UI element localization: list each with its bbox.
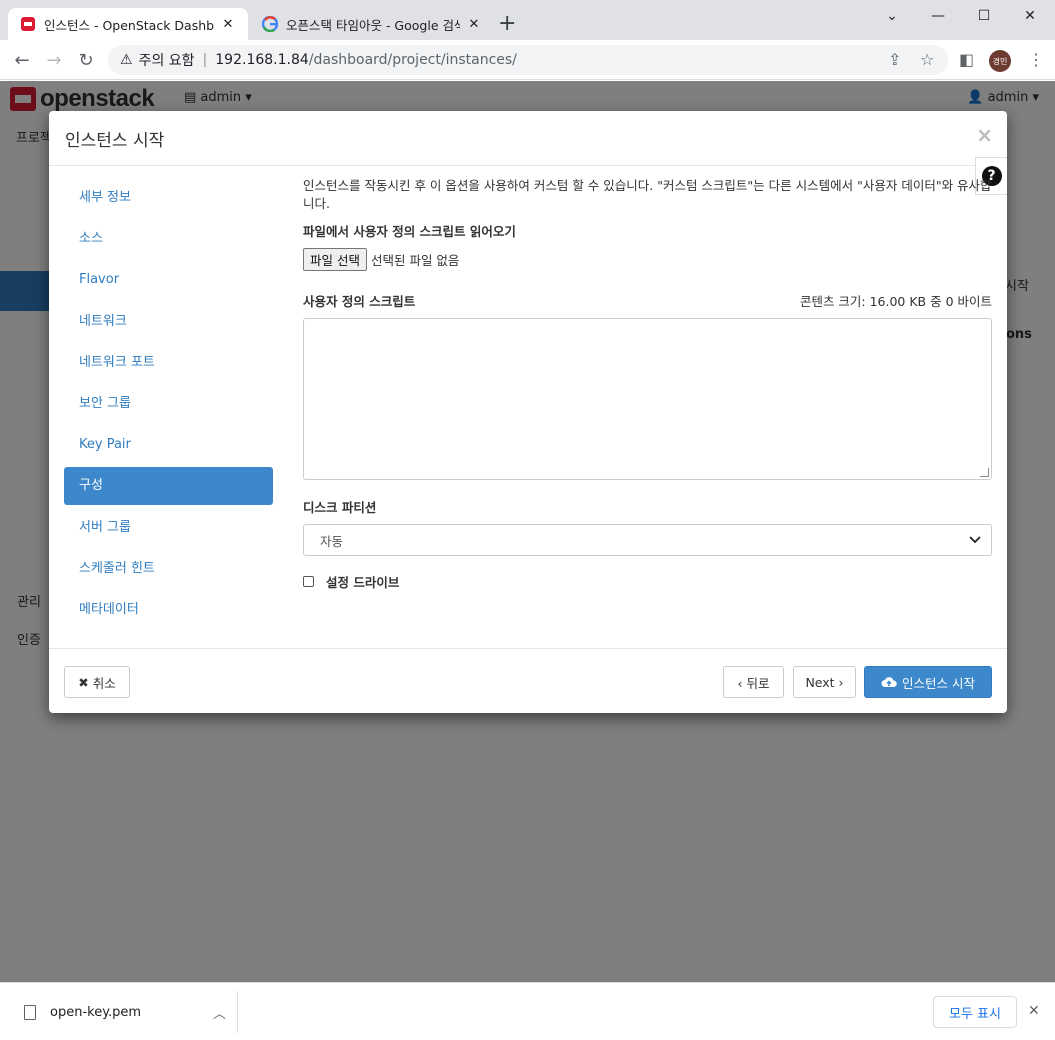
config-drive-row: 설정 드라이브 (303, 572, 992, 591)
customization-script-label: 사용자 정의 스크립트 (303, 294, 416, 309)
file-input: 파일 선택 선택된 파일 없음 (303, 248, 992, 271)
wizard-step-configuration[interactable]: 구성 (64, 467, 273, 506)
close-icon: ✖ (78, 674, 89, 690)
tab-google-search[interactable]: 오픈스택 타임아웃 - Google 검색 ✕ (250, 8, 494, 40)
launch-instance-modal: 인스턴스 시작 × ? 세부 정보 소스 Flavor 네트워크 네트워크 포트… (49, 111, 1007, 713)
address-host: 192.168.1.84 (215, 52, 309, 68)
bookmark-star-icon[interactable]: ☆ (920, 50, 934, 69)
cancel-button[interactable]: ✖ 취소 (64, 666, 130, 698)
load-script-label: 파일에서 사용자 정의 스크립트 읽어오기 (303, 224, 516, 239)
customization-script-textarea[interactable] (303, 318, 992, 480)
configuration-panel: 인스턴스를 작동시킨 후 이 옵션을 사용하여 커스텀 할 수 있습니다. "커… (303, 177, 992, 591)
disk-partition-select[interactable]: 자동 (303, 524, 992, 556)
tab-openstack-dashboard[interactable]: 인스턴스 - OpenStack Dashboard ✕ (8, 8, 248, 40)
wizard-step-metadata[interactable]: 메타데이터 (64, 591, 273, 629)
launch-instance-button-label: 인스턴스 시작 (902, 675, 975, 691)
chevron-up-icon[interactable]: ︿ (213, 1003, 226, 1022)
launch-instance-button[interactable]: 인스턴스 시작 (864, 666, 992, 698)
show-all-button[interactable]: 모두 표시 (933, 996, 1017, 1028)
choose-file-button[interactable]: 파일 선택 (303, 248, 367, 271)
disk-partition-label: 디스크 파티션 (303, 500, 377, 515)
address-bar[interactable]: ⚠ 주의 요함 | 192.168.1.84/dashboard/project… (108, 45, 948, 75)
configuration-help-text: 인스턴스를 작동시킨 후 이 옵션을 사용하여 커스텀 할 수 있습니다. "커… (303, 178, 992, 211)
not-secure-label: 주의 요함 (138, 53, 195, 69)
warning-triangle-icon[interactable]: ⚠ (120, 52, 133, 68)
resize-handle-icon[interactable] (980, 468, 989, 477)
wizard-step-flavor[interactable]: Flavor (64, 261, 273, 299)
openstack-favicon-icon (21, 17, 35, 31)
close-window-button[interactable]: ✕ (1007, 0, 1053, 32)
config-drive-label[interactable]: 설정 드라이브 (326, 572, 399, 591)
modal-footer: ✖ 취소 ‹ 뒤로 Next › 인스턴스 시작 (49, 648, 1007, 713)
google-favicon-icon (262, 16, 278, 32)
reload-icon[interactable]: ↻ (74, 48, 98, 72)
download-file-name: open-key.pem (50, 1004, 142, 1020)
tab-search-chevron-icon[interactable]: ⌄ (869, 0, 915, 32)
file-icon (24, 1004, 36, 1020)
modal-close-icon[interactable]: × (976, 123, 993, 147)
forward-arrow-icon[interactable]: → (42, 48, 66, 72)
download-item[interactable]: open-key.pem ︿ (14, 993, 236, 1031)
side-panel-icon[interactable]: ◧ (959, 50, 974, 69)
cloud-upload-icon (881, 677, 897, 687)
disk-partition-value: 자동 (320, 533, 344, 549)
script-header: 사용자 정의 스크립트 콘텐츠 크기: 16.00 KB 중 0 바이트 (303, 291, 992, 310)
chevron-down-icon (969, 536, 981, 544)
tab-close-icon[interactable]: ✕ (466, 17, 482, 32)
wizard-nav: 세부 정보 소스 Flavor 네트워크 네트워크 포트 보안 그룹 Key P… (64, 179, 273, 632)
browser-tab-strip: 인스턴스 - OpenStack Dashboard ✕ 오픈스택 타임아웃 -… (0, 0, 1055, 40)
wizard-step-details[interactable]: 세부 정보 (64, 179, 273, 217)
content-size-text: 콘텐츠 크기: 16.00 KB 중 0 바이트 (799, 294, 992, 309)
download-divider (237, 991, 238, 1033)
wizard-step-networks[interactable]: 네트워크 (64, 303, 273, 341)
tab-close-icon[interactable]: ✕ (220, 17, 236, 32)
close-download-bar-icon[interactable]: ✕ (1028, 1003, 1040, 1019)
minimize-button[interactable]: — (915, 0, 961, 32)
wizard-step-scheduler-hints[interactable]: 스케줄러 힌트 (64, 550, 273, 588)
share-icon[interactable]: ⇪ (888, 50, 901, 69)
cancel-button-label: 취소 (92, 675, 116, 691)
wizard-step-network-ports[interactable]: 네트워크 포트 (64, 344, 273, 382)
modal-header: 인스턴스 시작 × (49, 111, 1007, 166)
address-path: /dashboard/project/instances/ (308, 52, 517, 68)
tab-title: 인스턴스 - OpenStack Dashboard (44, 17, 214, 33)
back-arrow-icon[interactable]: ← (10, 48, 34, 72)
new-tab-button[interactable]: + (498, 12, 516, 36)
wizard-step-security-groups[interactable]: 보안 그룹 (64, 385, 273, 423)
modal-title: 인스턴스 시작 (65, 131, 165, 151)
config-drive-checkbox[interactable] (303, 576, 314, 587)
wizard-step-key-pair[interactable]: Key Pair (64, 426, 273, 464)
wizard-step-source[interactable]: 소스 (64, 220, 273, 258)
file-status-text: 선택된 파일 없음 (370, 253, 460, 268)
download-bar: open-key.pem ︿ 모두 표시 ✕ (0, 982, 1055, 1040)
browser-menu-icon[interactable]: ⋮ (1028, 50, 1044, 69)
next-button[interactable]: Next › (793, 666, 856, 698)
wizard-step-server-groups[interactable]: 서버 그룹 (64, 509, 273, 547)
maximize-button[interactable]: ☐ (961, 0, 1007, 32)
back-button[interactable]: ‹ 뒤로 (723, 666, 784, 698)
profile-avatar[interactable]: 경민 (989, 50, 1011, 72)
address-separator: | (202, 52, 208, 68)
tab-title: 오픈스택 타임아웃 - Google 검색 (286, 17, 460, 33)
